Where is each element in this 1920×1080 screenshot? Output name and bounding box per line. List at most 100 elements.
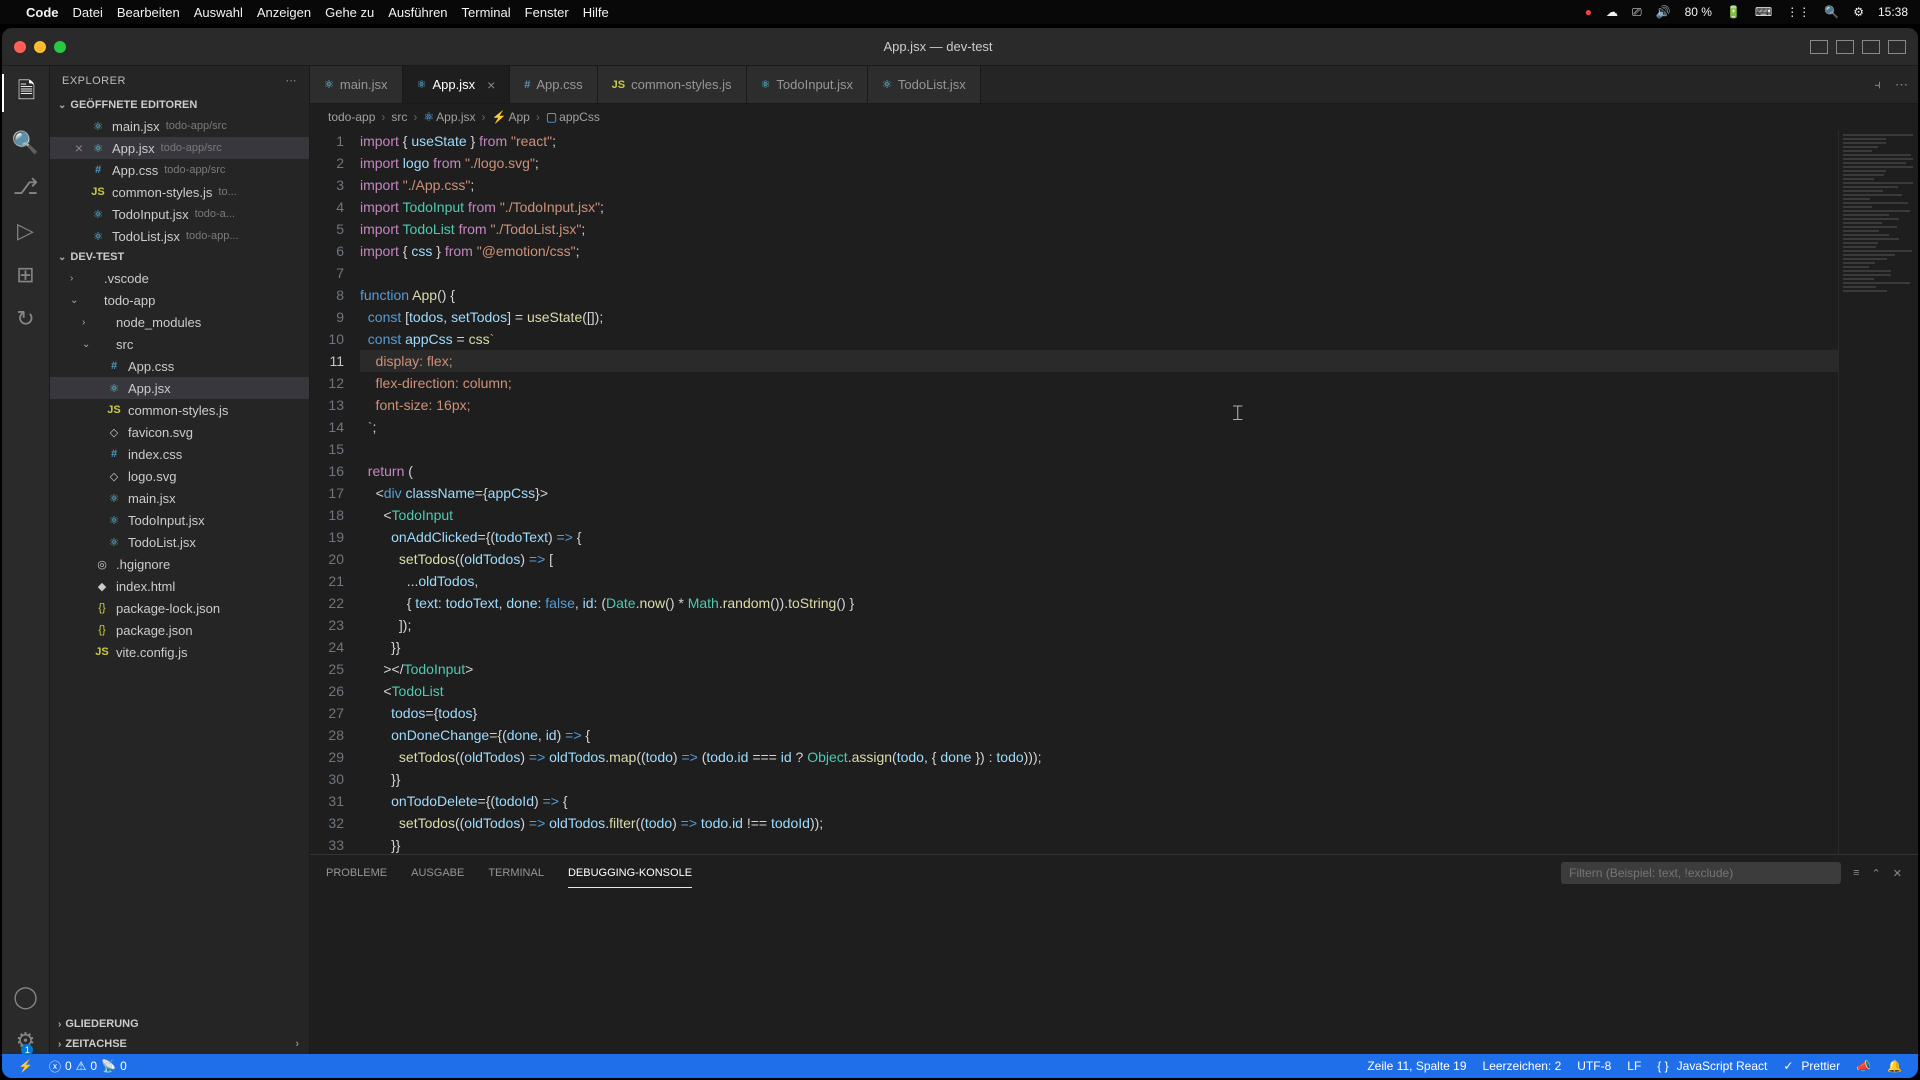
panel-close-icon[interactable]: ✕ [1893,867,1902,880]
cursor-position[interactable]: Zeile 11, Spalte 19 [1359,1059,1474,1073]
explorer-more-icon[interactable]: ⋯ [286,74,298,87]
outline-header[interactable]: › GLIEDERUNG [50,1014,309,1034]
panel-tab[interactable]: DEBUGGING-KONSOLE [568,859,692,888]
menu-item[interactable]: Auswahl [194,5,243,20]
file-item[interactable]: ◇favicon.svg [50,421,309,443]
open-editor-item[interactable]: #App.csstodo-app/src [50,159,309,181]
menu-item[interactable]: Gehe zu [325,5,374,20]
close-window-button[interactable] [14,41,26,53]
panel-tab[interactable]: AUSGABE [411,859,464,888]
eol-status[interactable]: LF [1619,1059,1649,1073]
source-control-icon[interactable]: ⎇ [13,174,38,200]
file-item[interactable]: JSvite.config.js [50,641,309,663]
minimap[interactable] [1838,130,1918,854]
close-tab-icon[interactable]: × [487,77,495,93]
file-item[interactable]: #App.css [50,355,309,377]
menu-item[interactable]: Hilfe [583,5,609,20]
breadcrumb-item[interactable]: ▢appCss [546,110,600,124]
remote-indicator[interactable]: ⚡ [10,1059,41,1073]
editor-tab[interactable]: ⚛︎main.jsx [310,66,403,103]
run-debug-icon[interactable]: ▷ [17,218,34,244]
open-editor-item[interactable]: ⚛︎main.jsxtodo-app/src [50,115,309,137]
breadcrumb-item[interactable]: ⚛︎App.jsx [423,110,475,124]
timeline-header[interactable]: › ZEITACHSE › [50,1034,309,1054]
open-editor-item[interactable]: JScommon-styles.jsto... [50,181,309,203]
accounts-icon[interactable]: ◯ [13,984,38,1010]
open-editor-item[interactable]: ⚛︎TodoList.jsxtodo-app... [50,225,309,247]
breadcrumbs[interactable]: todo-app›src›⚛︎App.jsx›⚡App›▢appCss [310,104,1918,130]
menu-item[interactable]: Datei [73,5,103,20]
minimize-window-button[interactable] [34,41,46,53]
close-icon[interactable]: × [72,140,86,156]
editor-tab[interactable]: ⚛︎TodoInput.jsx [747,66,868,103]
editor-tab[interactable]: ⚛︎App.jsx× [403,66,511,103]
editor-tab[interactable]: #App.css [510,66,597,103]
wifi-icon[interactable]: ⋮⋮ [1786,5,1810,19]
control-center-icon[interactable]: ⚙︎ [1853,5,1864,19]
problems-status[interactable]: ⓧ0 ⚠0 📡0 [41,1058,135,1075]
file-item[interactable]: ⚛︎TodoInput.jsx [50,509,309,531]
folder-item[interactable]: ⌄src [50,333,309,355]
split-editor-icon[interactable]: ⫞ [1875,77,1882,93]
settings-gear-icon[interactable]: ⚙1 [16,1028,36,1054]
panel-tab[interactable]: PROBLEME [326,859,387,888]
menu-item[interactable]: Fenster [525,5,569,20]
file-item[interactable]: ◎.hgignore [50,553,309,575]
panel-maximize-icon[interactable]: ⌃ [1872,867,1881,880]
app-name[interactable]: Code [26,5,59,20]
code-content[interactable]: import { useState } from "react";import … [360,130,1838,854]
explorer-icon[interactable]: 🗎 [2,74,49,112]
keyboard-icon[interactable]: ⌨︎ [1755,5,1772,19]
clock[interactable]: 15:38 [1878,5,1908,19]
editor-tab[interactable]: JScommon-styles.js [598,66,747,103]
folder-item[interactable]: ⌄todo-app [50,289,309,311]
menu-item[interactable]: Ausführen [388,5,447,20]
file-item[interactable]: ⚛︎TodoList.jsx [50,531,309,553]
customize-layout-icon[interactable] [1888,40,1906,54]
indentation-status[interactable]: Leerzeichen: 2 [1475,1059,1570,1073]
filter-settings-icon[interactable]: ≡ [1853,867,1859,879]
breadcrumb-item[interactable]: src [391,110,407,124]
file-item[interactable]: #index.css [50,443,309,465]
file-item[interactable]: ◇logo.svg [50,465,309,487]
maximize-window-button[interactable] [54,41,66,53]
more-actions-icon[interactable]: ⋯ [1895,77,1908,93]
breadcrumb-item[interactable]: todo-app [328,110,375,124]
notifications-icon[interactable]: 🔔 [1879,1059,1910,1073]
open-editor-item[interactable]: ⚛︎TodoInput.jsxtodo-a... [50,203,309,225]
toggle-panel-icon[interactable] [1836,40,1854,54]
encoding-status[interactable]: UTF-8 [1569,1059,1619,1073]
file-item[interactable]: {}package-lock.json [50,597,309,619]
feedback-icon[interactable]: 📣 [1848,1059,1879,1073]
file-item[interactable]: {}package.json [50,619,309,641]
recording-icon[interactable]: ● [1585,5,1592,19]
menu-item[interactable]: Bearbeiten [117,5,180,20]
folder-item[interactable]: ›.vscode [50,267,309,289]
toggle-primary-sidebar-icon[interactable] [1810,40,1828,54]
language-mode[interactable]: { }JavaScript React [1649,1059,1775,1073]
file-item[interactable]: ⚛︎main.jsx [50,487,309,509]
display-icon[interactable]: ⎚ [1632,5,1642,20]
open-editors-header[interactable]: ⌄ GEÖFFNETE EDITOREN [50,95,309,115]
prettier-status[interactable]: ✓Prettier [1775,1059,1848,1073]
remote-explorer-icon[interactable]: ↻ [16,306,34,332]
code-editor[interactable]: 1234567891011121314151617181920212223242… [310,130,1838,854]
volume-icon[interactable]: 🔊 [1656,5,1671,19]
editor-tab[interactable]: ⚛︎TodoList.jsx [868,66,981,103]
search-icon[interactable]: 🔍 [1824,5,1839,19]
menu-item[interactable]: Anzeigen [257,5,311,20]
folder-item[interactable]: ›node_modules [50,311,309,333]
search-view-icon[interactable]: 🔍 [12,130,39,156]
file-item[interactable]: ⚛︎App.jsx [50,377,309,399]
panel-tab[interactable]: TERMINAL [488,859,544,888]
file-item[interactable]: JScommon-styles.js [50,399,309,421]
menu-item[interactable]: Terminal [462,5,511,20]
breadcrumb-chevron-icon[interactable]: › [295,1038,299,1050]
file-item[interactable]: ◆index.html [50,575,309,597]
breadcrumb-item[interactable]: ⚡App [492,110,530,124]
toggle-secondary-sidebar-icon[interactable] [1862,40,1880,54]
debug-console-filter-input[interactable] [1561,862,1841,884]
open-editor-item[interactable]: ×⚛︎App.jsxtodo-app/src [50,137,309,159]
extensions-icon[interactable]: ⊞ [16,262,34,288]
cloud-icon[interactable]: ☁︎ [1606,5,1618,19]
